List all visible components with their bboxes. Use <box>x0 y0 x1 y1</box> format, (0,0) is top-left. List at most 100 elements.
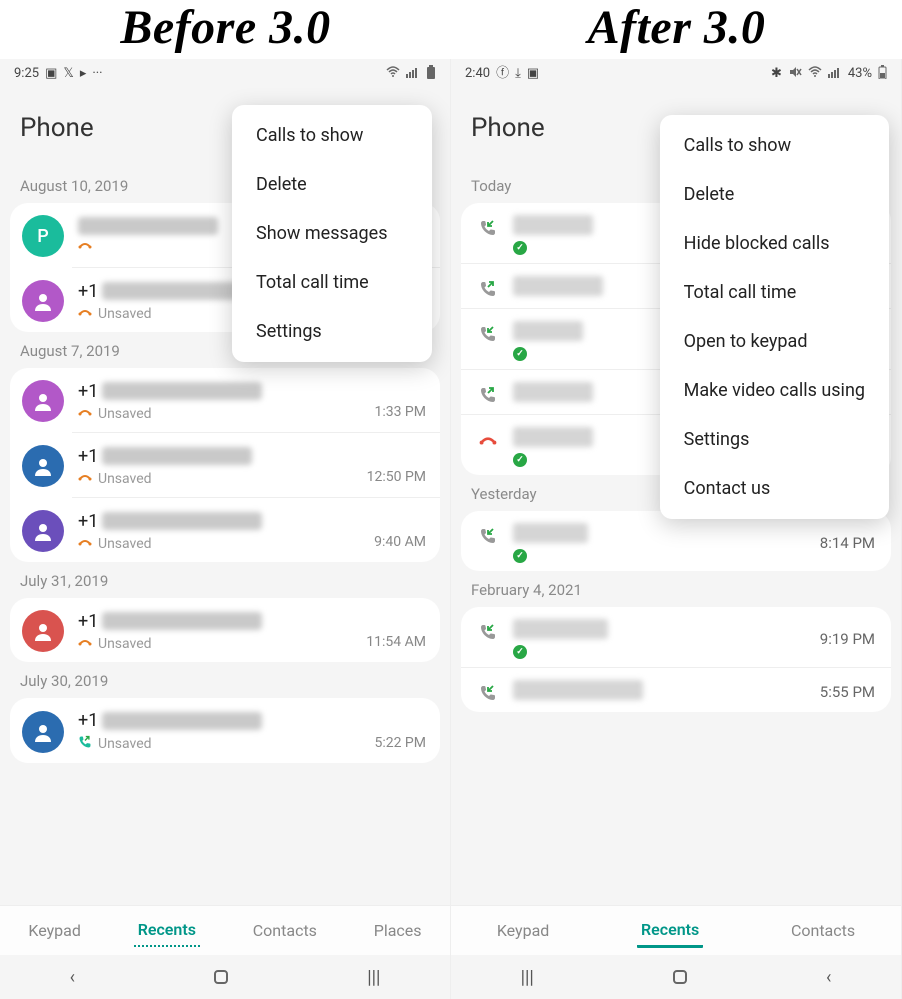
contact-name-redacted <box>513 321 583 341</box>
battery-icon <box>878 65 887 82</box>
tab-keypad[interactable]: Keypad <box>493 915 554 946</box>
nav-bar: ‹ ||| <box>0 955 450 999</box>
phone-number-redacted <box>102 282 242 300</box>
menu-item-delete[interactable]: Delete <box>232 160 432 209</box>
menu-item-contact-us[interactable]: Contact us <box>660 464 889 513</box>
twitter-icon: 𝕏 <box>63 67 73 80</box>
menu-item-total-call-time[interactable]: Total call time <box>232 258 432 307</box>
signal-icon <box>406 66 420 81</box>
contact-name-redacted <box>513 523 588 543</box>
call-row[interactable]: 5:55 PM <box>461 667 891 712</box>
bottom-tabs: Keypad Recents Contacts <box>451 905 901 955</box>
call-time: 12:50 PM <box>367 469 426 485</box>
call-status: Unsaved <box>98 636 152 652</box>
nav-back-icon[interactable]: ‹ <box>70 967 75 988</box>
status-bar: 2:40 ⓕ ⤓ ▣ ✱ 43% <box>451 59 901 85</box>
gallery-icon: ▣ <box>45 67 57 80</box>
battery-icon <box>426 65 436 82</box>
incoming-call-icon <box>477 621 499 643</box>
overflow-menu: Calls to showDeleteShow messagesTotal ca… <box>232 105 432 362</box>
missed-call-icon <box>78 471 92 487</box>
verified-icon: ✓ <box>513 453 527 467</box>
call-status: Unsaved <box>98 306 152 322</box>
call-row[interactable]: ✓8:14 PM <box>461 511 891 571</box>
mute-icon <box>788 66 802 81</box>
call-row[interactable]: +1Unsaved 9:40 AM <box>72 497 440 562</box>
play-icon: ▸ <box>80 67 87 80</box>
gallery-icon: ▣ <box>527 67 539 80</box>
tab-recents[interactable]: Recents <box>637 914 703 948</box>
menu-item-calls-to-show[interactable]: Calls to show <box>232 111 432 160</box>
missed-call-icon <box>78 406 92 422</box>
verified-icon: ✓ <box>513 645 527 659</box>
more-icon: ··· <box>92 67 102 80</box>
phone-prefix: +1 <box>78 446 98 467</box>
avatar <box>22 711 64 753</box>
avatar <box>22 380 64 422</box>
phone-number-redacted <box>102 447 252 465</box>
call-row[interactable]: +1Unsaved 1:33 PM <box>10 368 440 432</box>
nav-recents-icon[interactable]: ||| <box>521 967 534 988</box>
outgoing-call-icon <box>78 735 92 753</box>
call-row[interactable]: ✓9:19 PM <box>461 607 891 667</box>
avatar <box>22 510 64 552</box>
status-time: 9:25 <box>14 66 39 81</box>
nav-back-icon[interactable]: ‹ <box>826 967 831 988</box>
title-after: After 3.0 <box>451 0 902 59</box>
nav-bar: ||| ‹ <box>451 955 901 999</box>
menu-item-settings[interactable]: Settings <box>660 415 889 464</box>
date-header: July 31, 2019 <box>0 562 450 598</box>
contact-name-redacted <box>513 427 593 447</box>
panel-before: 9:25 ▣ 𝕏 ▸ ··· <box>0 59 451 999</box>
tab-keypad[interactable]: Keypad <box>24 915 85 946</box>
call-row[interactable]: +1Unsaved 5:22 PM <box>10 698 440 763</box>
nav-home-icon[interactable] <box>214 970 228 984</box>
wifi-icon <box>386 66 400 81</box>
download-icon: ⤓ <box>515 67 521 80</box>
facebook-icon: ⓕ <box>496 67 509 80</box>
call-time: 9:40 AM <box>374 534 426 550</box>
incoming-call-icon <box>477 217 499 239</box>
call-row[interactable]: +1Unsaved11:54 AM <box>10 598 440 662</box>
call-status: Unsaved <box>98 471 152 487</box>
avatar <box>22 280 64 322</box>
menu-item-settings[interactable]: Settings <box>232 307 432 356</box>
menu-item-make-video-calls-using[interactable]: Make video calls using <box>660 366 889 415</box>
menu-item-hide-blocked-calls[interactable]: Hide blocked calls <box>660 219 889 268</box>
phone-prefix: +1 <box>78 511 98 532</box>
call-time: 11:54 AM <box>366 634 426 650</box>
missed-call-icon <box>78 306 92 322</box>
phone-prefix: +1 <box>78 710 98 731</box>
call-status: Unsaved <box>98 406 152 422</box>
phone-number-redacted <box>102 712 262 730</box>
menu-item-open-to-keypad[interactable]: Open to keypad <box>660 317 889 366</box>
menu-item-total-call-time[interactable]: Total call time <box>660 268 889 317</box>
title-before: Before 3.0 <box>0 0 451 59</box>
tab-recents[interactable]: Recents <box>134 914 200 947</box>
tab-places[interactable]: Places <box>370 915 426 946</box>
call-time: 5:22 PM <box>374 735 426 751</box>
nav-home-icon[interactable] <box>673 970 687 984</box>
outgoing-call-icon <box>477 278 499 300</box>
bluetooth-icon: ✱ <box>771 67 782 80</box>
status-time: 2:40 <box>465 66 490 81</box>
call-row[interactable]: +1Unsaved 12:50 PM <box>72 432 440 497</box>
wifi-icon <box>808 66 822 81</box>
incoming-call-icon <box>477 682 499 704</box>
nav-recents-icon[interactable]: ||| <box>367 967 380 988</box>
tab-contacts[interactable]: Contacts <box>249 915 321 946</box>
missed-call-icon <box>477 429 499 451</box>
tab-contacts[interactable]: Contacts <box>787 915 859 946</box>
phone-prefix: +1 <box>78 381 98 402</box>
menu-item-delete[interactable]: Delete <box>660 170 889 219</box>
call-status: Unsaved <box>98 536 152 552</box>
battery-percent: 43% <box>848 66 872 81</box>
call-time: 1:33 PM <box>374 404 426 420</box>
avatar <box>22 445 64 487</box>
menu-item-calls-to-show[interactable]: Calls to show <box>660 121 889 170</box>
menu-item-show-messages[interactable]: Show messages <box>232 209 432 258</box>
missed-call-icon <box>78 536 92 552</box>
contact-name-redacted <box>513 276 603 296</box>
call-status: Unsaved <box>98 736 152 752</box>
incoming-call-icon <box>477 525 499 547</box>
